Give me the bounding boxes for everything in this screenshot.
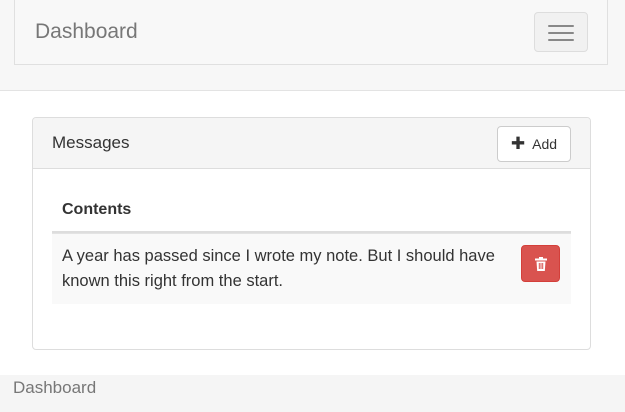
messages-table: Contents A year has passed since I wrote… bbox=[52, 186, 571, 304]
footer-text: Dashboard bbox=[13, 378, 97, 397]
panel-title: Messages bbox=[52, 133, 130, 152]
messages-panel: Messages ✚ Add Contents A year has passe… bbox=[32, 117, 591, 350]
message-content: A year has passed since I wrote my note.… bbox=[62, 247, 495, 290]
add-button-label: Add bbox=[532, 136, 558, 152]
table-row: A year has passed since I wrote my note.… bbox=[52, 233, 571, 304]
add-button[interactable]: ✚ Add bbox=[497, 126, 571, 162]
plus-icon: ✚ bbox=[510, 134, 526, 153]
top-area: Dashboard bbox=[0, 0, 625, 91]
hamburger-menu-icon-bar bbox=[548, 32, 574, 34]
navbar-toggle-button[interactable] bbox=[534, 12, 588, 52]
trash-icon bbox=[534, 256, 547, 271]
hamburger-menu-icon bbox=[548, 25, 574, 27]
table-header-row: Contents bbox=[52, 186, 571, 233]
delete-button[interactable] bbox=[521, 245, 560, 282]
navbar: Dashboard bbox=[14, 0, 608, 65]
footer: Dashboard bbox=[0, 375, 625, 412]
hamburger-menu-icon-bar bbox=[548, 39, 574, 41]
navbar-brand[interactable]: Dashboard bbox=[35, 20, 138, 44]
column-header-contents: Contents bbox=[62, 201, 132, 218]
panel-heading: Messages ✚ Add bbox=[33, 118, 590, 169]
